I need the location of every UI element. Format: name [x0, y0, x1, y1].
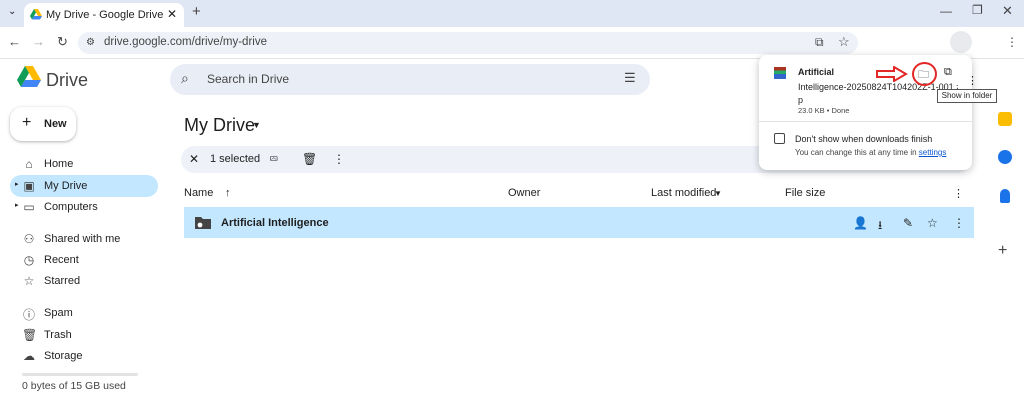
row-more-icon[interactable]: ⋮ — [953, 216, 965, 230]
people-icon: ⚇ — [23, 232, 35, 246]
download-filename-line3[interactable]: p — [798, 95, 803, 105]
clear-selection-icon[interactable]: ✕ — [189, 152, 199, 166]
expand-caret-icon[interactable]: ▸ — [15, 201, 19, 209]
drive-logo-icon[interactable] — [16, 66, 42, 88]
checkbox-label[interactable]: Don't show when downloads finish — [795, 134, 932, 144]
settings-hint-text: You can change this at any time in — [795, 148, 917, 157]
title-dropdown-icon[interactable]: ▼ — [252, 120, 261, 130]
contacts-icon[interactable] — [1000, 189, 1010, 203]
sidebar-item-label: Shared with me — [44, 233, 121, 245]
annotation-arrow-icon — [876, 66, 908, 82]
settings-link[interactable]: settings — [919, 148, 947, 157]
sidebar-item-computers[interactable]: ▸ ▭ Computers — [10, 196, 158, 218]
sidebar-item-label: Starred — [44, 275, 81, 287]
file-name[interactable]: Artificial Intelligence — [221, 217, 329, 229]
restore-icon[interactable]: ❐ — [972, 3, 983, 17]
download-more-icon[interactable]: ⋮ — [967, 74, 978, 87]
close-tab-icon[interactable]: ✕ — [167, 7, 177, 21]
tasks-icon[interactable] — [998, 150, 1012, 164]
app-name[interactable]: Drive — [46, 70, 88, 91]
plus-icon: + — [22, 114, 32, 131]
download-icon[interactable]: ⭳ — [878, 216, 882, 237]
sort-up-icon[interactable]: ↑ — [225, 187, 231, 199]
archive-file-icon — [774, 67, 786, 79]
column-last-modified[interactable]: Last modified — [651, 187, 716, 199]
back-icon[interactable]: ← — [8, 34, 21, 49]
drive-icon: ▣ — [23, 179, 35, 193]
close-window-icon[interactable]: ✕ — [1002, 3, 1013, 19]
rename-icon[interactable]: ✎ — [903, 216, 913, 230]
tab-strip: ⌄ My Drive - Google Drive ✕ + — ❐ ✕ — [0, 0, 1024, 27]
column-name[interactable]: Name — [184, 187, 213, 199]
download-filename-line2[interactable]: Intelligence-20250824T104202Z-1-001.zi — [798, 82, 958, 92]
search-options-icon[interactable]: ☰ — [624, 70, 636, 86]
sidebar-item-my-drive[interactable]: ▸ ▣ My Drive — [10, 175, 158, 197]
more-actions-icon[interactable]: ⋮ — [333, 152, 345, 166]
computers-icon: ▭ — [23, 200, 35, 214]
settings-hint: You can change this at any time in setti… — [795, 148, 946, 157]
sidebar-item-label: Computers — [44, 201, 98, 213]
sidebar-item-trash[interactable]: 🗑 Trash — [10, 324, 158, 346]
tab-list-chevron-icon[interactable]: ⌄ — [8, 6, 16, 17]
star-icon: ☆ — [23, 274, 35, 288]
shared-folder-icon — [195, 217, 211, 229]
home-icon: ⌂ — [25, 157, 33, 171]
sidebar-item-recent[interactable]: ◷ Recent — [10, 249, 158, 271]
sidebar-item-starred[interactable]: ☆ Starred — [10, 270, 158, 292]
dont-show-checkbox[interactable] — [774, 133, 785, 144]
sidebar-item-label: Recent — [44, 254, 79, 266]
side-panel: + — [986, 59, 1024, 416]
delete-icon[interactable]: 🗑 — [302, 152, 317, 166]
divider — [759, 121, 972, 122]
forward-icon[interactable]: → — [32, 34, 45, 49]
star-icon[interactable]: ☆ — [927, 216, 938, 230]
reload-icon[interactable]: ↻ — [57, 34, 68, 50]
sidebar-item-label: Trash — [44, 329, 72, 341]
search-icon[interactable]: ⌕ — [181, 70, 189, 87]
new-button-label: New — [44, 118, 67, 130]
sidebar-item-shared[interactable]: ⚇ Shared with me — [10, 228, 158, 250]
storage-bar — [22, 373, 138, 376]
sidebar-item-label: Storage — [44, 350, 83, 362]
sidebar-item-spam[interactable]: ⓘ Spam — [10, 302, 158, 324]
trash-icon: 🗑 — [22, 328, 38, 342]
open-external-icon[interactable]: ⧉ — [944, 66, 952, 79]
tooltip: Show in folder — [937, 89, 997, 103]
clock-icon: ◷ — [23, 253, 35, 267]
cloud-icon: ☁ — [23, 349, 35, 363]
selection-count: 1 selected — [210, 153, 261, 165]
expand-caret-icon[interactable]: ▸ — [15, 180, 19, 188]
site-info-icon[interactable]: ⚙ — [86, 37, 95, 48]
move-icon[interactable]: ⮹ — [269, 152, 279, 167]
show-in-folder-icon[interactable]: 🗀 — [918, 66, 929, 85]
sidebar-item-label: Spam — [44, 307, 73, 319]
drive-favicon-icon — [30, 9, 42, 20]
keep-icon[interactable] — [998, 112, 1012, 126]
search-input[interactable]: Search in Drive — [207, 72, 289, 86]
sort-dropdown-icon[interactable]: ▼ — [714, 189, 722, 198]
add-addon-icon[interactable]: + — [998, 242, 1007, 260]
sidebar-item-home[interactable]: ⌂ Home — [10, 153, 158, 175]
tab-title: My Drive - Google Drive — [46, 9, 164, 21]
new-tab-icon[interactable]: + — [192, 3, 201, 20]
url-text[interactable]: drive.google.com/drive/my-drive — [104, 36, 267, 48]
sidebar-item-label: My Drive — [44, 180, 88, 192]
share-icon[interactable]: 👤 — [853, 216, 868, 230]
browser-tab[interactable]: My Drive - Google Drive ✕ — [24, 3, 184, 27]
column-options-icon[interactable]: ⋮ — [953, 187, 964, 200]
browser-menu-icon[interactable]: ⋮ — [1006, 35, 1018, 49]
column-file-size: File size — [785, 187, 826, 199]
page-title[interactable]: My Drive — [184, 115, 255, 136]
download-button[interactable] — [950, 31, 972, 53]
column-owner: Owner — [508, 187, 541, 199]
download-filename-line1[interactable]: Artificial — [798, 67, 834, 77]
sidebar-item-label: Home — [44, 158, 74, 170]
storage-usage-text: 0 bytes of 15 GB used — [22, 380, 126, 392]
sidebar-item-storage[interactable]: ☁ Storage — [10, 345, 158, 367]
spam-icon: ⓘ — [22, 308, 35, 322]
minimize-icon[interactable]: — — [940, 4, 952, 18]
download-meta: 23.0 KB • Done — [798, 106, 850, 115]
install-app-icon[interactable]: ⧉ — [815, 35, 824, 50]
bookmark-star-icon[interactable]: ☆ — [838, 34, 850, 50]
